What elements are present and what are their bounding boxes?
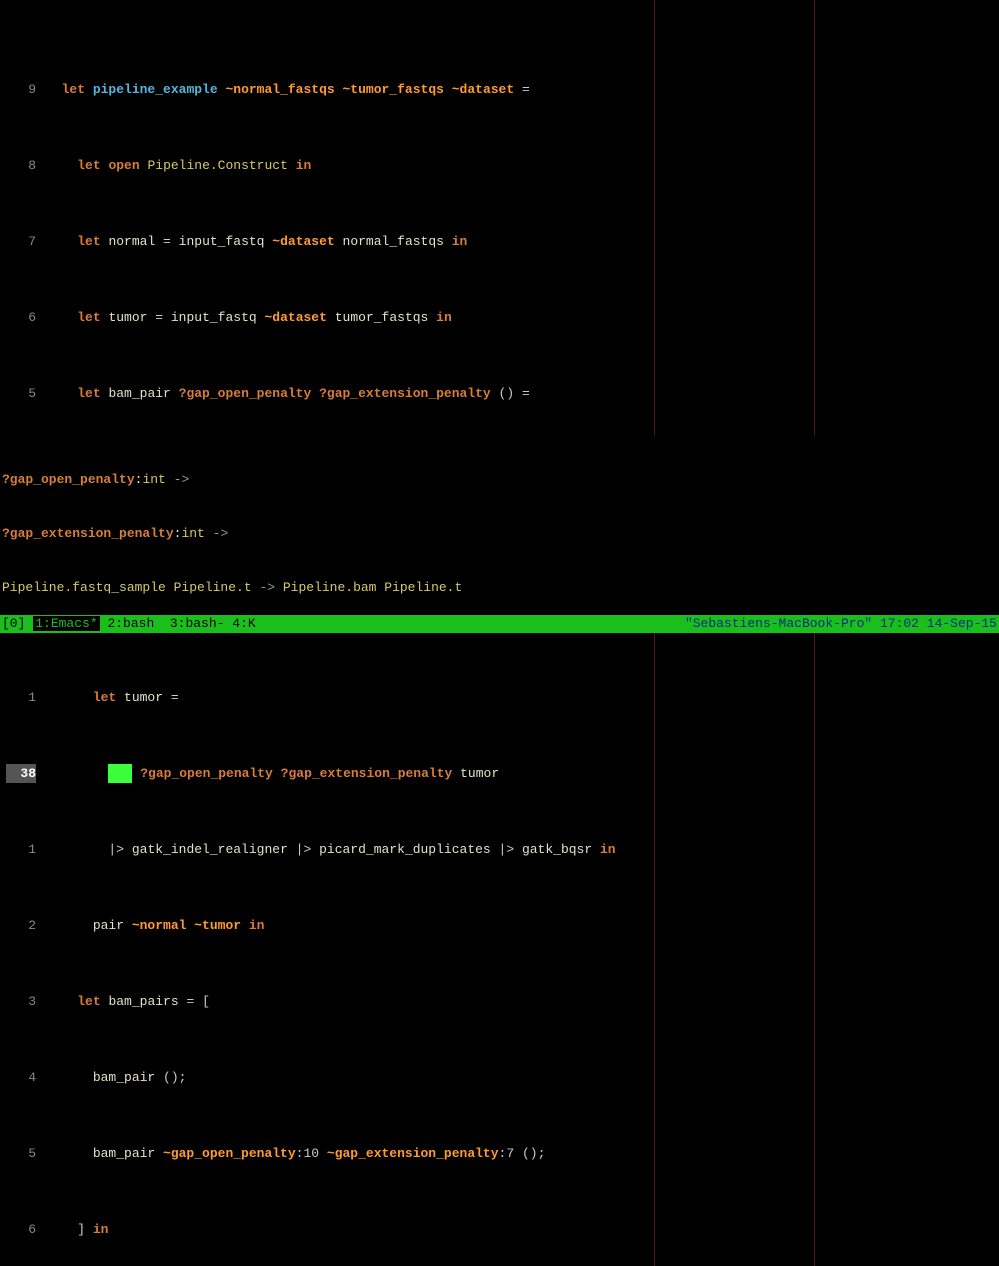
code-line[interactable]: 7 let normal = input_fastq ~dataset norm…: [6, 232, 999, 251]
code-editor[interactable]: 9 let pipeline_example ~normal_fastqs ~t…: [0, 0, 999, 1266]
current-line-number: 38: [6, 764, 36, 783]
merlin-type-display: ?gap_open_penalty:int -> ?gap_extension_…: [0, 435, 999, 615]
code-line[interactable]: 4 bam_pair ();: [6, 1068, 999, 1087]
code-line-current[interactable]: 38 ?gap_open_penalty ?gap_extension_pena…: [6, 764, 999, 783]
text-cursor: [108, 764, 132, 783]
code-line[interactable]: 1 |> gatk_indel_realigner |> picard_mark…: [6, 840, 999, 859]
line-number: 9: [6, 80, 36, 99]
tmux-windows[interactable]: [0] 1:Emacs* 2:bash 3:bash- 4:K: [2, 615, 256, 633]
code-line[interactable]: 5 bam_pair ~gap_open_penalty:10 ~gap_ext…: [6, 1144, 999, 1163]
code-line[interactable]: 8 let open Pipeline.Construct in: [6, 156, 999, 175]
code-line[interactable]: 5 let bam_pair ?gap_open_penalty ?gap_ex…: [6, 384, 999, 403]
tmux-status-bar[interactable]: [0] 1:Emacs* 2:bash 3:bash- 4:K "Sebasti…: [0, 615, 999, 633]
code-line[interactable]: 1 let tumor =: [6, 688, 999, 707]
code-line[interactable]: 2 pair ~normal ~tumor in: [6, 916, 999, 935]
code-line[interactable]: 9 let pipeline_example ~normal_fastqs ~t…: [6, 80, 999, 99]
tmux-status-right: "Sebastiens-MacBook-Pro" 17:02 14-Sep-15: [685, 615, 997, 633]
code-line[interactable]: 3 let bam_pairs = [: [6, 992, 999, 1011]
code-line[interactable]: 6 let tumor = input_fastq ~dataset tumor…: [6, 308, 999, 327]
tmux-window-active[interactable]: 1:Emacs*: [33, 616, 99, 631]
code-line[interactable]: 6 ] in: [6, 1220, 999, 1239]
